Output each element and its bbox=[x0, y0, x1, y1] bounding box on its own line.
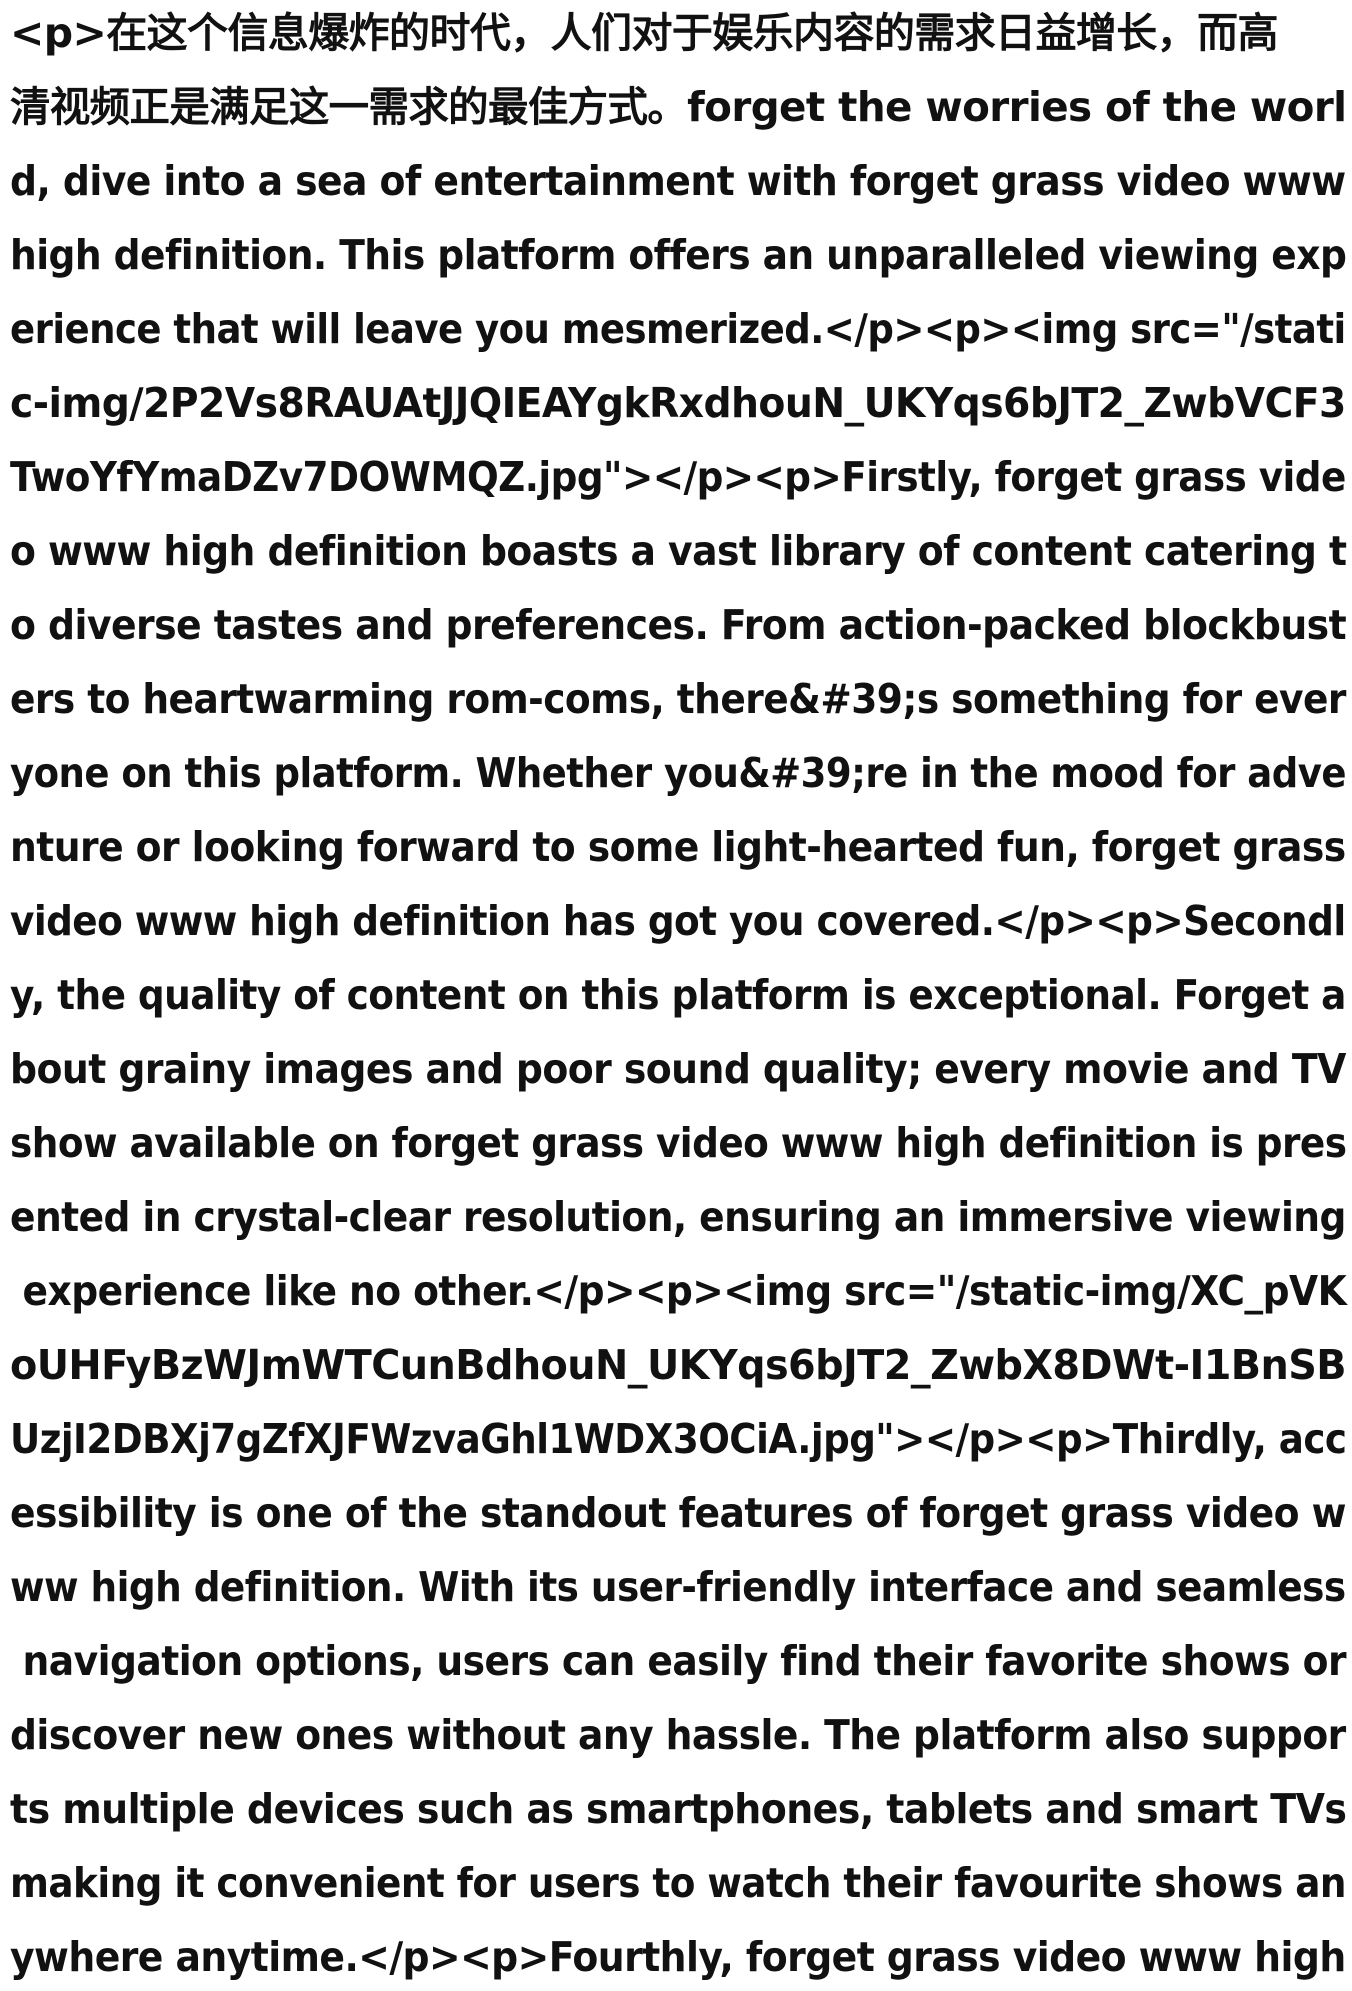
text-line: c-img/2P2Vs8RAUAtJJQIEAYgkRxdhouN_UKYqs6… bbox=[10, 379, 1346, 427]
text-line: ywhere anytime.</p><p>Fourthly, forget g… bbox=[10, 1933, 1346, 1981]
text-line: UzjI2DBXj7gZfXJFWzvaGhl1WDX3OCiA.jpg"></… bbox=[10, 1415, 1347, 1463]
text-line: TwoYfYmaDZv7DOWMQZ.jpg"></p><p>Firstly, … bbox=[10, 453, 1346, 501]
text-line: 清视频正是满足这一需求的最佳方式。forget the worries of t… bbox=[10, 83, 1347, 131]
text-line: video www high definition has got you co… bbox=[10, 897, 1346, 945]
text-line: navigation options, users can easily fin… bbox=[10, 1637, 1347, 1685]
text-line: oUHFyBzWJmWTCunBdhouN_UKYqs6bJT2_ZwbX8DW… bbox=[10, 1341, 1347, 1389]
text-line: discover new ones without any hassle. Th… bbox=[10, 1711, 1346, 1759]
text-line: essibility is one of the standout featur… bbox=[10, 1489, 1346, 1537]
text-line: d, dive into a sea of entertainment with… bbox=[10, 157, 1346, 205]
text-line: show available on forget grass video www… bbox=[10, 1119, 1347, 1167]
text-line: o diverse tastes and preferences. From a… bbox=[10, 601, 1347, 649]
text-line: <p>在这个信息爆炸的时代，人们对于娱乐内容的需求日益增长，而高 bbox=[10, 9, 1278, 57]
text-line: making it convenient for users to watch … bbox=[10, 1859, 1346, 1907]
text-line: o www high definition boasts a vast libr… bbox=[10, 527, 1347, 575]
text-line: erience that will leave you mesmerized.<… bbox=[10, 305, 1346, 353]
text-line: bout grainy images and poor sound qualit… bbox=[10, 1045, 1346, 1093]
text-line: ented in crystal-clear resolution, ensur… bbox=[10, 1193, 1346, 1241]
text-line: yone on this platform. Whether you&#39;r… bbox=[10, 749, 1346, 797]
text-line: nture or looking forward to some light-h… bbox=[10, 823, 1346, 871]
text-line: ts multiple devices such as smartphones,… bbox=[10, 1785, 1347, 1833]
text-line: high definition. This platform offers an… bbox=[10, 231, 1347, 279]
document-body: <p>在这个信息爆炸的时代，人们对于娱乐内容的需求日益增长，而高 清视频正是满足… bbox=[0, 0, 1352, 1991]
text-line: experience like no other.</p><p><img src… bbox=[10, 1267, 1347, 1315]
text-line: y, the quality of content on this platfo… bbox=[10, 971, 1346, 1019]
text-line: ww high definition. With its user-friend… bbox=[10, 1563, 1346, 1611]
text-line: ers to heartwarming rom-coms, there&#39;… bbox=[10, 675, 1346, 723]
